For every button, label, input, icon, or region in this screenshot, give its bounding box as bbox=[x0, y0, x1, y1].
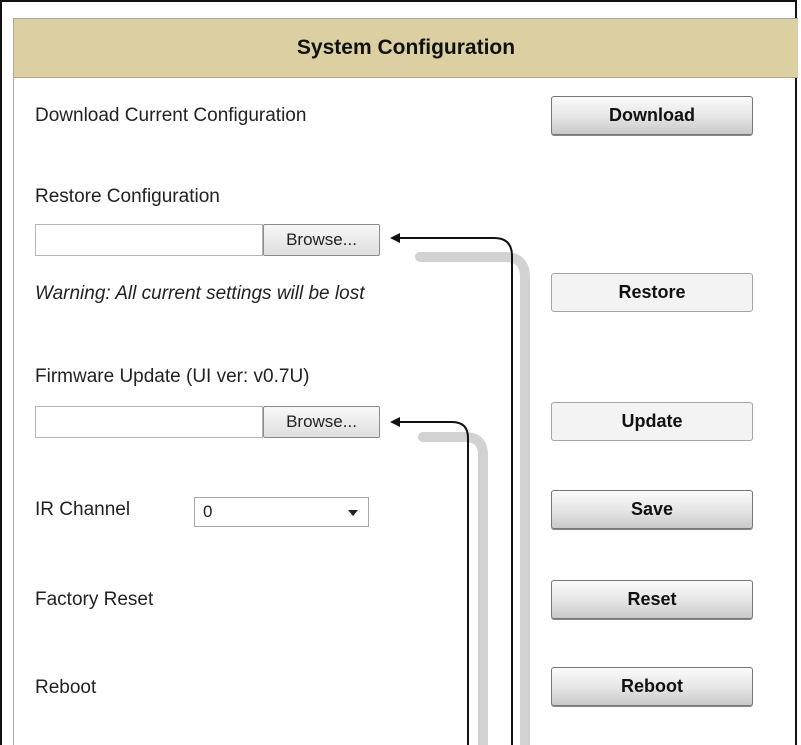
firmware-browse-button[interactable]: Browse... bbox=[263, 406, 380, 438]
ir-channel-label: IR Channel bbox=[35, 499, 131, 520]
reset-button[interactable]: Reset bbox=[551, 580, 753, 619]
save-button[interactable]: Save bbox=[551, 490, 753, 529]
reboot-button[interactable]: Reboot bbox=[551, 667, 753, 706]
download-button[interactable]: Download bbox=[551, 96, 753, 135]
restore-file-field[interactable] bbox=[35, 224, 263, 256]
system-configuration-panel: System Configuration Download Current Co… bbox=[13, 18, 798, 745]
restore-browse-button[interactable]: Browse... bbox=[263, 224, 380, 256]
download-label: Download Current Configuration bbox=[35, 105, 307, 126]
factory-reset-label: Factory Reset bbox=[35, 589, 154, 610]
panel-title: System Configuration bbox=[14, 19, 798, 78]
update-button[interactable]: Update bbox=[551, 402, 753, 441]
reboot-label: Reboot bbox=[35, 677, 97, 698]
firmware-update-label: Firmware Update (UI ver: v0.7U) bbox=[35, 366, 310, 387]
restore-label: Restore Configuration bbox=[35, 186, 220, 207]
restore-warning-text: Warning: All current settings will be lo… bbox=[35, 283, 365, 304]
firmware-file-field[interactable] bbox=[35, 406, 263, 438]
restore-button[interactable]: Restore bbox=[551, 273, 753, 312]
ir-channel-select[interactable]: 0 bbox=[194, 497, 369, 527]
chevron-down-icon bbox=[348, 510, 358, 516]
ir-channel-selected-value: 0 bbox=[203, 502, 213, 521]
